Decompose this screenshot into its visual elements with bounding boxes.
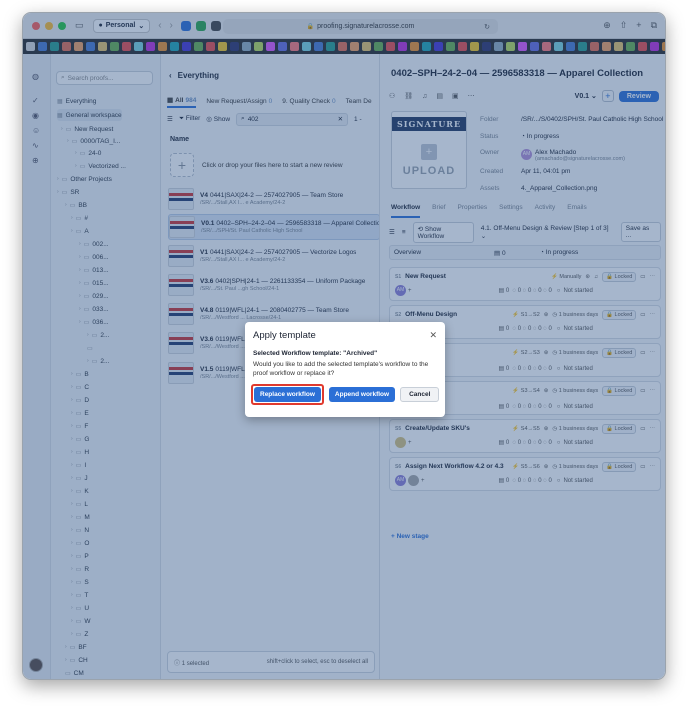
close-icon[interactable]: ✕ [429,330,437,341]
apply-template-dialog: Apply template ✕ Selected Workflow templ… [245,322,445,417]
append-workflow-button[interactable]: Append workflow [328,387,396,402]
dialog-actions: Replace workflow Append workflow Cancel [251,384,440,405]
dialog-title: Apply template [253,330,316,341]
replace-workflow-button[interactable]: Replace workflow [254,387,321,402]
cancel-button[interactable]: Cancel [400,387,440,402]
browser-window: ▭ ● Personal ⌄ ‹ › 🔒 proofing.signaturelac… [22,12,666,680]
selected-template-text: Selected Workflow template: "Archived" [253,350,378,357]
replace-workflow-highlight: Replace workflow [251,384,324,405]
dialog-body: Would you like to add the selected templ… [253,361,429,377]
